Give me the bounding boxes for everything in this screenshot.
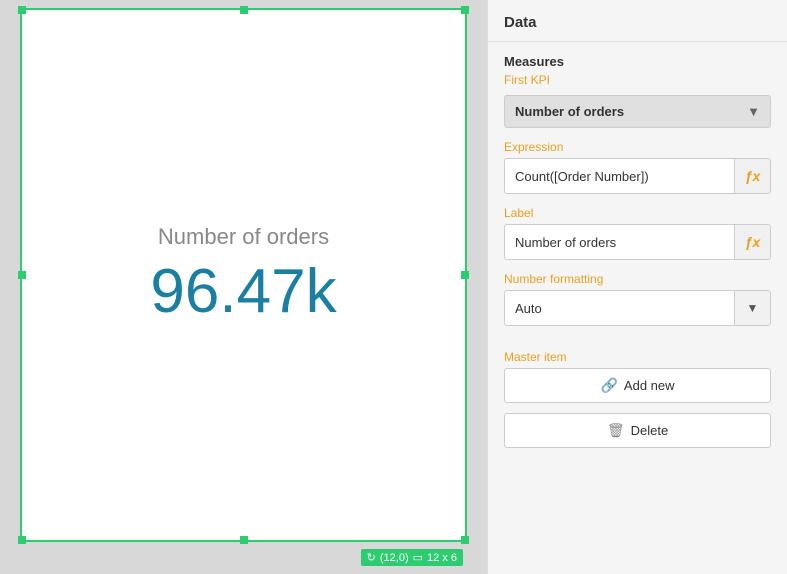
label-fx-button[interactable]: ƒx xyxy=(734,225,770,259)
resize-icon: ▭ xyxy=(413,551,423,564)
label-input-row: ƒx xyxy=(504,224,771,260)
number-formatting-group: Number formatting Auto Number Money Date… xyxy=(504,272,771,326)
master-item-label: Master item xyxy=(504,350,771,364)
fx-icon: ƒx xyxy=(745,168,761,184)
delete-label: Delete xyxy=(631,423,669,438)
link-icon: 🔗 xyxy=(600,377,617,394)
label-field-label: Label xyxy=(504,206,771,220)
canvas-area: Number of orders 96.47k ↻ (12,0) ▭ 12 x … xyxy=(0,0,487,574)
measures-subtitle: First KPI xyxy=(504,73,771,87)
select-chevron-icon: ▼ xyxy=(734,291,770,325)
expression-input-row: ƒx xyxy=(504,158,771,194)
trash-icon: 🗑 xyxy=(607,422,625,439)
number-formatting-select[interactable]: Auto Number Money Date xyxy=(505,294,734,323)
measure-dropdown-label: Number of orders xyxy=(515,104,624,119)
kpi-widget[interactable]: Number of orders 96.47k xyxy=(20,8,467,542)
measures-title: Measures xyxy=(504,54,771,69)
expression-group: Expression ƒx xyxy=(504,140,771,194)
label-fx-icon: ƒx xyxy=(745,234,761,250)
widget-status: ↻ (12,0) ▭ 12 x 6 xyxy=(361,549,463,566)
expression-input[interactable] xyxy=(505,162,734,191)
label-input[interactable] xyxy=(505,228,734,257)
kpi-label: Number of orders xyxy=(158,224,329,250)
handle-bottom-right[interactable] xyxy=(461,536,469,544)
add-new-label: Add new xyxy=(624,378,675,393)
delete-button[interactable]: 🗑 Delete xyxy=(504,413,771,448)
measures-section: Measures First KPI Number of orders ▼ Ex… xyxy=(488,42,787,338)
handle-top-left[interactable] xyxy=(18,6,26,14)
expression-fx-button[interactable]: ƒx xyxy=(734,159,770,193)
number-formatting-label: Number formatting xyxy=(504,272,771,286)
measure-dropdown[interactable]: Number of orders ▼ xyxy=(504,95,771,128)
handle-bottom-center[interactable] xyxy=(240,536,248,544)
handle-mid-left[interactable] xyxy=(18,271,26,279)
handle-mid-right[interactable] xyxy=(461,271,469,279)
handle-top-right[interactable] xyxy=(461,6,469,14)
add-new-button[interactable]: 🔗 Add new xyxy=(504,368,771,403)
status-size: 12 x 6 xyxy=(427,552,457,564)
panel-header: Data xyxy=(488,0,787,42)
expression-label: Expression xyxy=(504,140,771,154)
number-formatting-select-row: Auto Number Money Date ▼ xyxy=(504,290,771,326)
handle-bottom-left[interactable] xyxy=(18,536,26,544)
right-panel: Data Measures First KPI Number of orders… xyxy=(487,0,787,574)
handle-top-center[interactable] xyxy=(240,6,248,14)
master-item-section: Master item 🔗 Add new 🗑 Delete xyxy=(488,338,787,460)
kpi-value: 96.47k xyxy=(150,258,336,326)
rotate-icon: ↻ xyxy=(367,551,376,564)
status-position: (12,0) xyxy=(380,552,409,564)
chevron-down-icon: ▼ xyxy=(747,104,760,119)
label-group: Label ƒx xyxy=(504,206,771,260)
